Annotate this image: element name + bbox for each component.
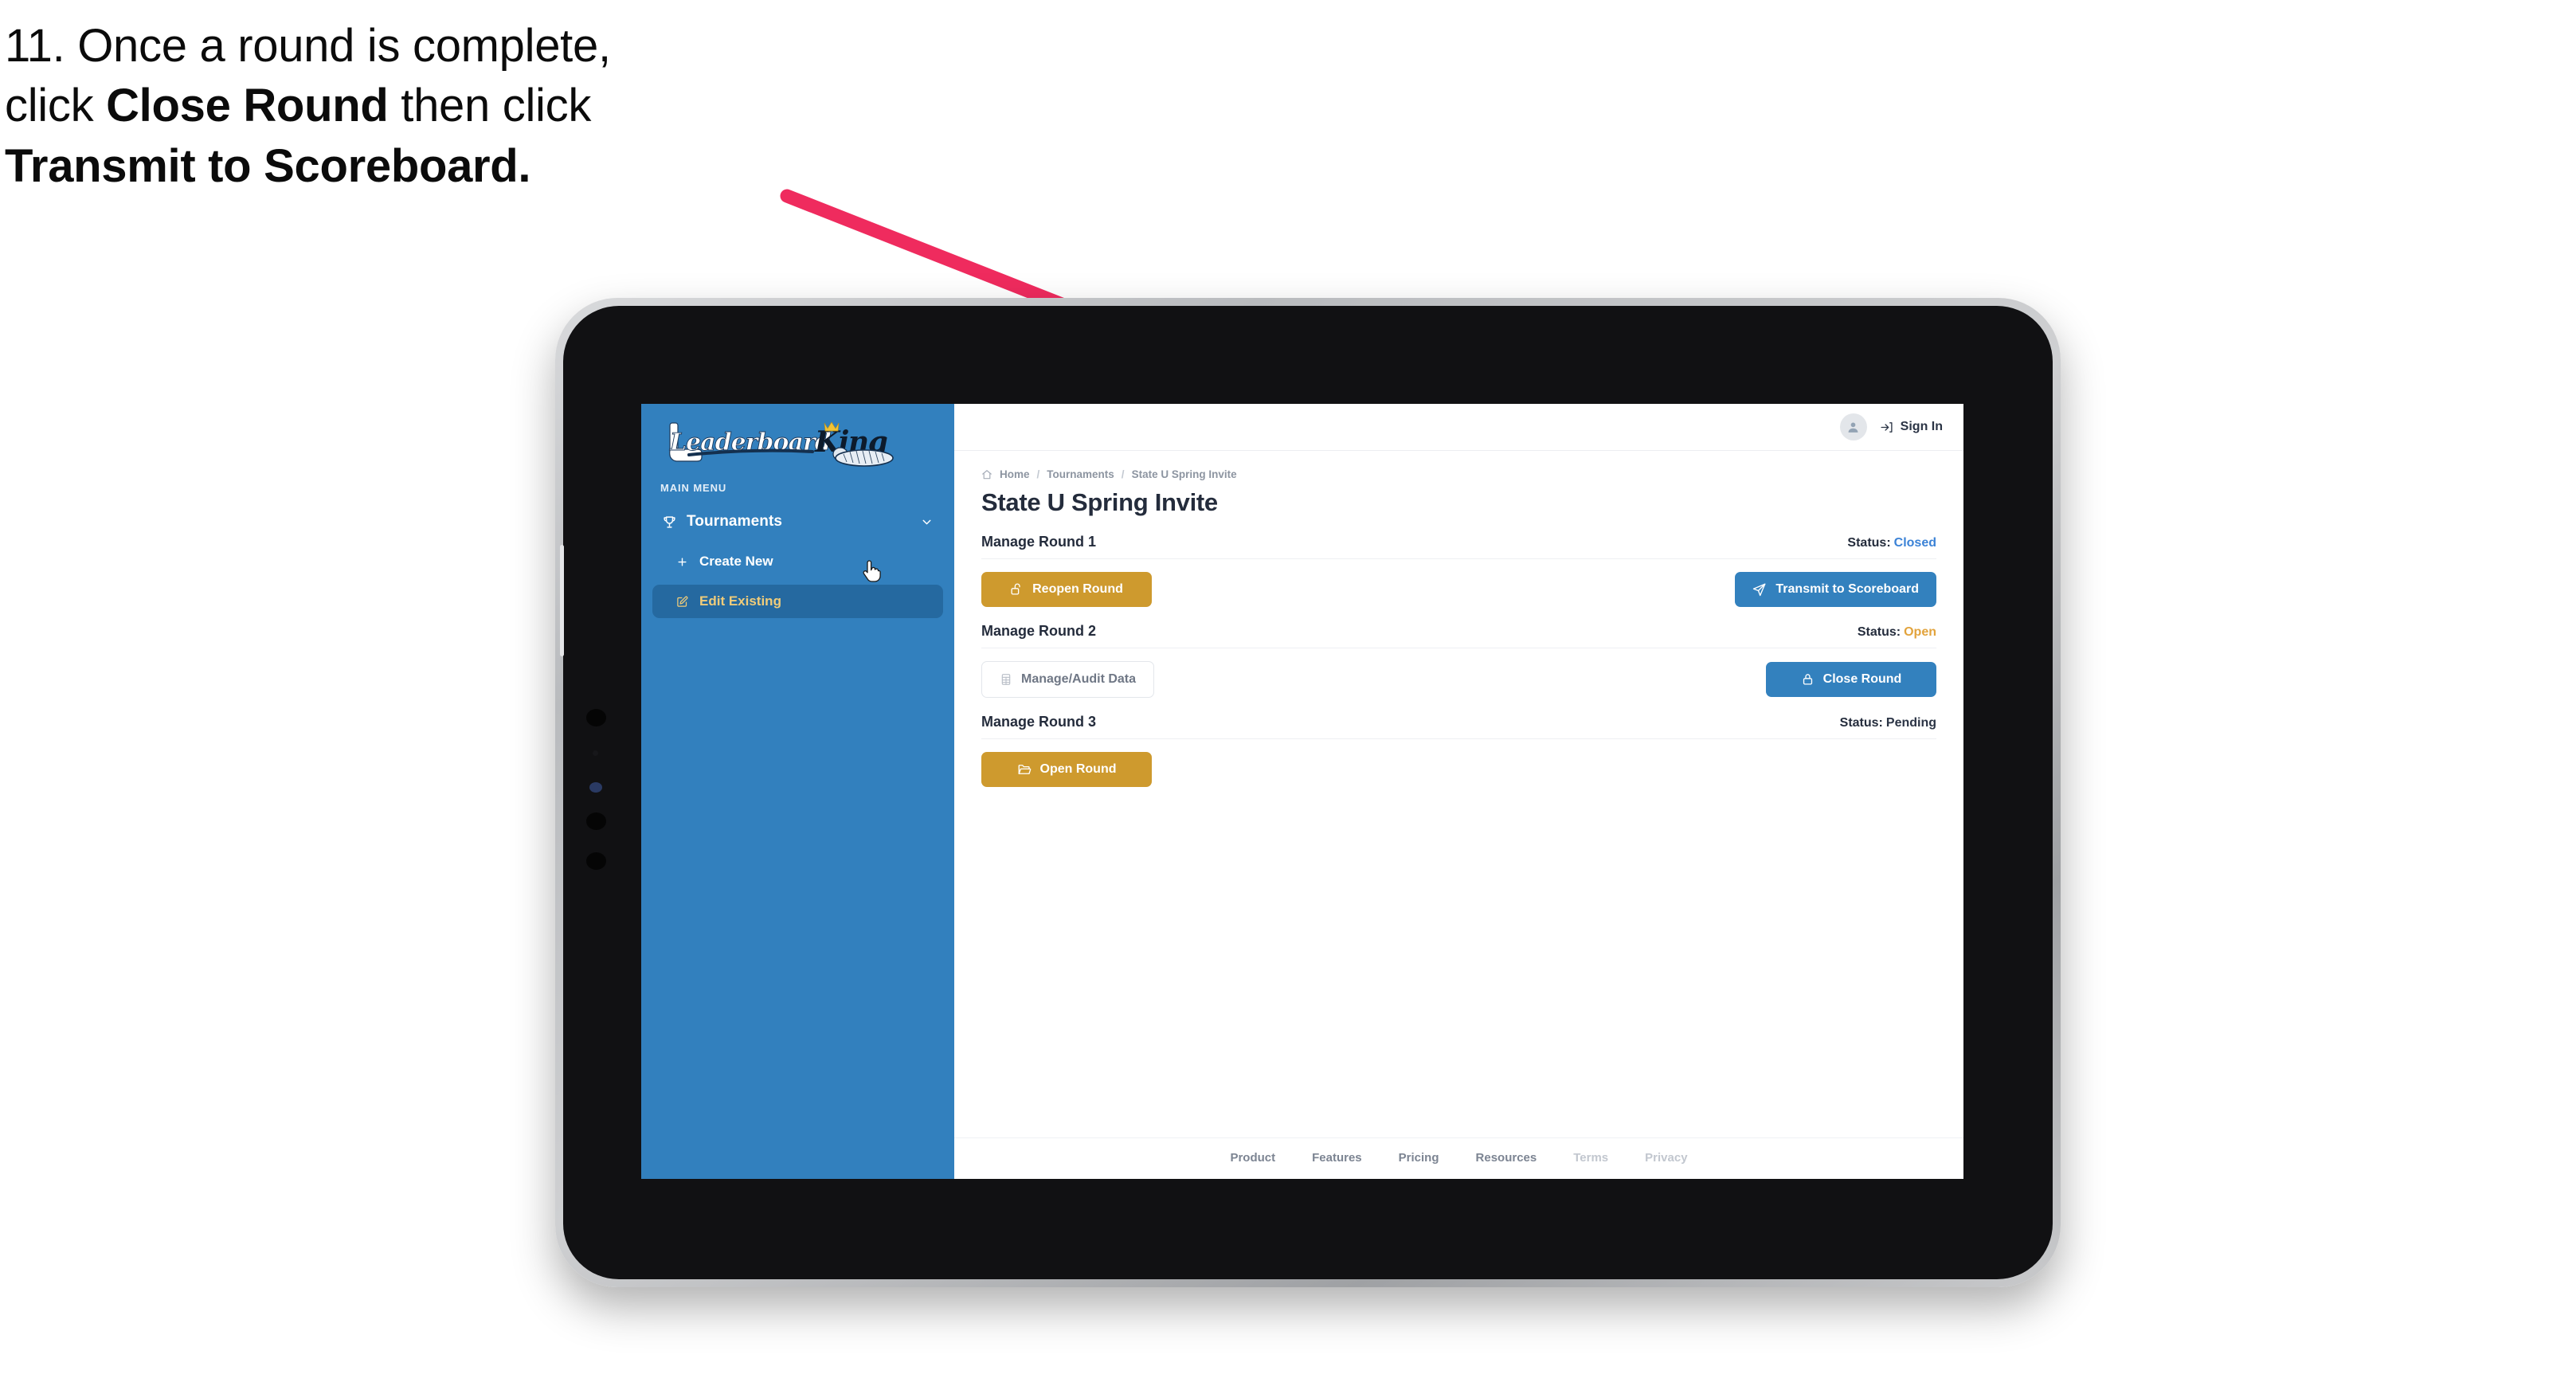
sign-in-label: Sign In	[1900, 420, 1943, 433]
tablet-device: Leaderboard King MAIN MENU Tournaments C…	[555, 298, 2061, 1287]
sign-in-button[interactable]: Sign In	[1880, 420, 1943, 434]
round-actions: Manage/Audit Data Close Round	[981, 648, 1936, 698]
round-actions: Open Round	[981, 739, 1936, 787]
button-label: Transmit to Scoreboard	[1775, 581, 1919, 596]
sidebar: Leaderboard King MAIN MENU Tournaments C…	[641, 404, 954, 1179]
unlock-icon	[1010, 582, 1024, 596]
avatar[interactable]	[1839, 413, 1867, 440]
leaderboard-king-logo-icon: Leaderboard King	[669, 421, 894, 467]
tablet-screen-bezel: Leaderboard King MAIN MENU Tournaments C…	[560, 306, 2053, 1279]
app-root: Leaderboard King MAIN MENU Tournaments C…	[641, 404, 1963, 1179]
round-header: Manage Round 2 Status: Open	[981, 623, 1936, 648]
round-header: Manage Round 1 Status: Closed	[981, 534, 1936, 559]
caption-line-2: click Close Round then click	[5, 76, 849, 135]
paper-plane-icon	[1752, 582, 1767, 597]
round-title: Manage Round 2	[981, 622, 1097, 639]
caption-line-2-post: then click	[388, 80, 592, 132]
status-value: Pending	[1885, 715, 1936, 730]
breadcrumb: Home / Tournaments / State U Spring Invi…	[981, 468, 1936, 480]
caption-bold-transmit: Transmit to Scoreboard.	[5, 139, 531, 192]
tablet-sensor-dot	[586, 709, 606, 726]
open-round-button[interactable]: Open Round	[981, 751, 1152, 787]
lock-icon	[1801, 672, 1815, 686]
instruction-caption: 11. Once a round is complete, click Clos…	[5, 16, 849, 196]
folder-open-icon	[1017, 762, 1032, 777]
breadcrumb-separator: /	[1121, 468, 1125, 480]
round-section-2: Manage Round 2 Status: Open Manage/Audit…	[981, 623, 1936, 698]
status-badge: Status: Open	[1858, 625, 1936, 640]
caption-line-3: Transmit to Scoreboard.	[5, 136, 849, 196]
page-body: Home / Tournaments / State U Spring Invi…	[954, 451, 1963, 1137]
user-avatar-icon	[1848, 421, 1858, 433]
transmit-to-scoreboard-button[interactable]: Transmit to Scoreboard	[1735, 571, 1936, 607]
footer-link-terms[interactable]: Terms	[1573, 1151, 1608, 1165]
breadcrumb-separator: /	[1036, 468, 1040, 480]
footer-link-product[interactable]: Product	[1230, 1151, 1275, 1165]
round-section-1: Manage Round 1 Status: Closed Reopen Rou…	[981, 534, 1936, 607]
sign-in-arrow-icon	[1880, 421, 1893, 434]
footer-link-privacy[interactable]: Privacy	[1645, 1151, 1687, 1165]
status-label: Status:	[1839, 715, 1883, 730]
breadcrumb-item-home[interactable]: Home	[1000, 468, 1030, 480]
round-title: Manage Round 1	[981, 533, 1097, 550]
app-logo[interactable]: Leaderboard King	[641, 404, 954, 472]
button-label: Open Round	[1039, 762, 1117, 776]
caption-line-1: 11. Once a round is complete,	[5, 20, 611, 72]
trophy-icon	[662, 515, 677, 530]
main-content: Sign In Home / Tournaments / State U Spr…	[954, 404, 1963, 1179]
sidebar-nav: Tournaments Create New Edit Existing	[641, 494, 954, 618]
status-badge: Status: Pending	[1840, 716, 1936, 730]
status-label: Status:	[1847, 535, 1891, 550]
caption-bold-close-round: Close Round	[106, 80, 389, 132]
round-section-3: Manage Round 3 Status: Pending Open Roun…	[981, 714, 1936, 787]
button-label: Manage/Audit Data	[1021, 671, 1137, 686]
tablet-sensor-dot	[593, 750, 598, 756]
round-header: Manage Round 3 Status: Pending	[981, 714, 1936, 739]
breadcrumb-item-tournaments[interactable]: Tournaments	[1047, 468, 1114, 480]
sidebar-item-create-new[interactable]: Create New	[652, 545, 943, 578]
sidebar-item-label: Create New	[699, 554, 773, 569]
topbar: Sign In	[954, 404, 1963, 451]
tablet-sensor-dot	[586, 812, 606, 830]
chevron-down-icon[interactable]	[920, 515, 934, 529]
footer-link-pricing[interactable]: Pricing	[1399, 1151, 1439, 1165]
tablet-display: Leaderboard King MAIN MENU Tournaments C…	[641, 404, 1963, 1179]
round-title: Manage Round 3	[981, 713, 1097, 730]
status-value: Open	[1904, 624, 1936, 639]
sidebar-item-tournaments[interactable]: Tournaments	[652, 505, 943, 538]
reopen-round-button[interactable]: Reopen Round	[981, 571, 1152, 607]
status-badge: Status: Closed	[1847, 536, 1936, 550]
manage-audit-data-button[interactable]: Manage/Audit Data	[981, 660, 1155, 698]
close-round-button[interactable]: Close Round	[1766, 661, 1936, 697]
footer-link-resources[interactable]: Resources	[1476, 1151, 1537, 1165]
footer-link-features[interactable]: Features	[1312, 1151, 1362, 1165]
round-actions: Reopen Round Transmit to Scoreboard	[981, 559, 1936, 607]
pointer-hand-cursor	[863, 560, 881, 582]
breadcrumb-item-current: State U Spring Invite	[1131, 468, 1237, 480]
button-label: Reopen Round	[1032, 581, 1123, 596]
tablet-camera-lens	[589, 782, 602, 793]
sidebar-item-label: Tournaments	[687, 513, 783, 530]
caption-line-2-pre: click	[5, 80, 107, 132]
status-label: Status:	[1857, 624, 1901, 639]
sidebar-section-label: MAIN MENU	[660, 482, 727, 494]
tablet-sensor-dot	[586, 852, 606, 870]
sidebar-item-label: Edit Existing	[699, 593, 781, 609]
footer: Product Features Pricing Resources Terms…	[954, 1137, 1963, 1179]
table-grid-icon	[1000, 673, 1012, 686]
sidebar-item-edit-existing[interactable]: Edit Existing	[652, 585, 943, 618]
home-icon	[981, 469, 992, 480]
button-label: Close Round	[1822, 671, 1902, 686]
page-title: State U Spring Invite	[981, 488, 1218, 516]
edit-icon	[676, 596, 688, 608]
tablet-side-button	[560, 545, 564, 656]
plus-icon	[676, 556, 688, 568]
status-value: Closed	[1893, 535, 1936, 550]
